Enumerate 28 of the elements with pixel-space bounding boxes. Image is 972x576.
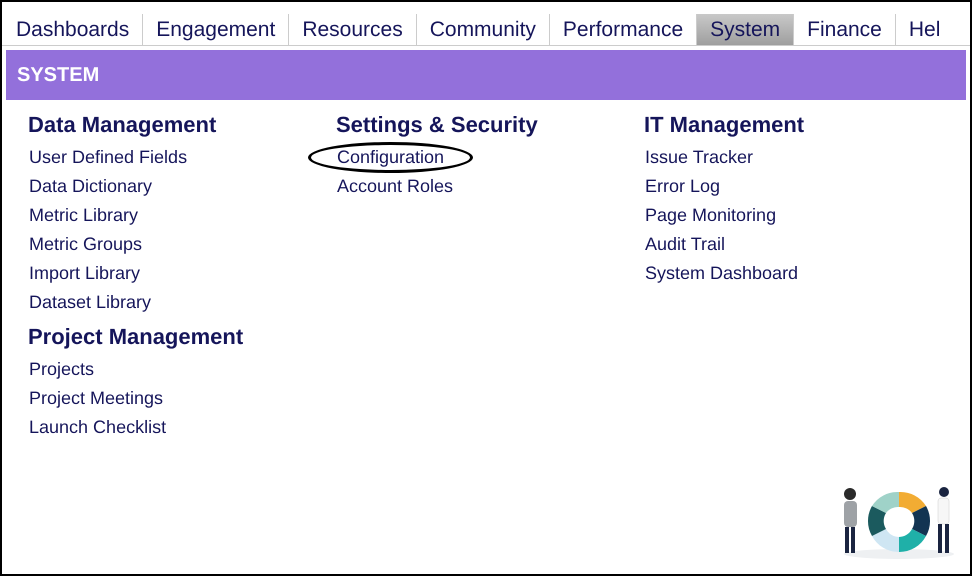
menu-link[interactable]: System Dashboard [645,263,798,284]
menu-link[interactable]: Metric Groups [29,234,142,255]
group-heading: IT Management [644,112,806,138]
section-title: SYSTEM [17,64,100,86]
menu-link[interactable]: Audit Trail [645,234,726,255]
menu-link[interactable]: Metric Library [29,205,138,226]
nav-tab[interactable]: Finance [793,14,895,45]
group-heading: Settings & Security [336,112,539,138]
nav-tab[interactable]: Engagement [142,14,288,45]
circled-menu-link[interactable]: Configuration [308,142,474,173]
menu-link[interactable]: Project Meetings [29,388,164,409]
menu-link[interactable]: Error Log [645,176,720,197]
nav-tab[interactable]: Community [416,14,549,45]
menu-link[interactable]: Page Monitoring [645,205,776,226]
nav-tab[interactable]: Resources [288,14,416,45]
nav-tab[interactable]: Dashboards [2,14,142,45]
menu-link[interactable]: Dataset Library [29,292,152,313]
menu-link[interactable]: Data Dictionary [29,176,152,197]
menu-link[interactable]: Projects [29,359,94,380]
nav-tab[interactable]: System [696,14,794,45]
nav-tab[interactable]: Hel [894,14,954,45]
menu-link[interactable]: Launch Checklist [29,417,166,438]
menu-link[interactable]: Account Roles [337,176,454,197]
menu-link[interactable]: Issue Tracker [645,147,754,168]
group-heading: Project Management [28,324,244,350]
group-heading: Data Management [28,112,218,138]
menu-link[interactable]: User Defined Fields [29,147,188,168]
menu-link[interactable]: Import Library [29,263,140,284]
